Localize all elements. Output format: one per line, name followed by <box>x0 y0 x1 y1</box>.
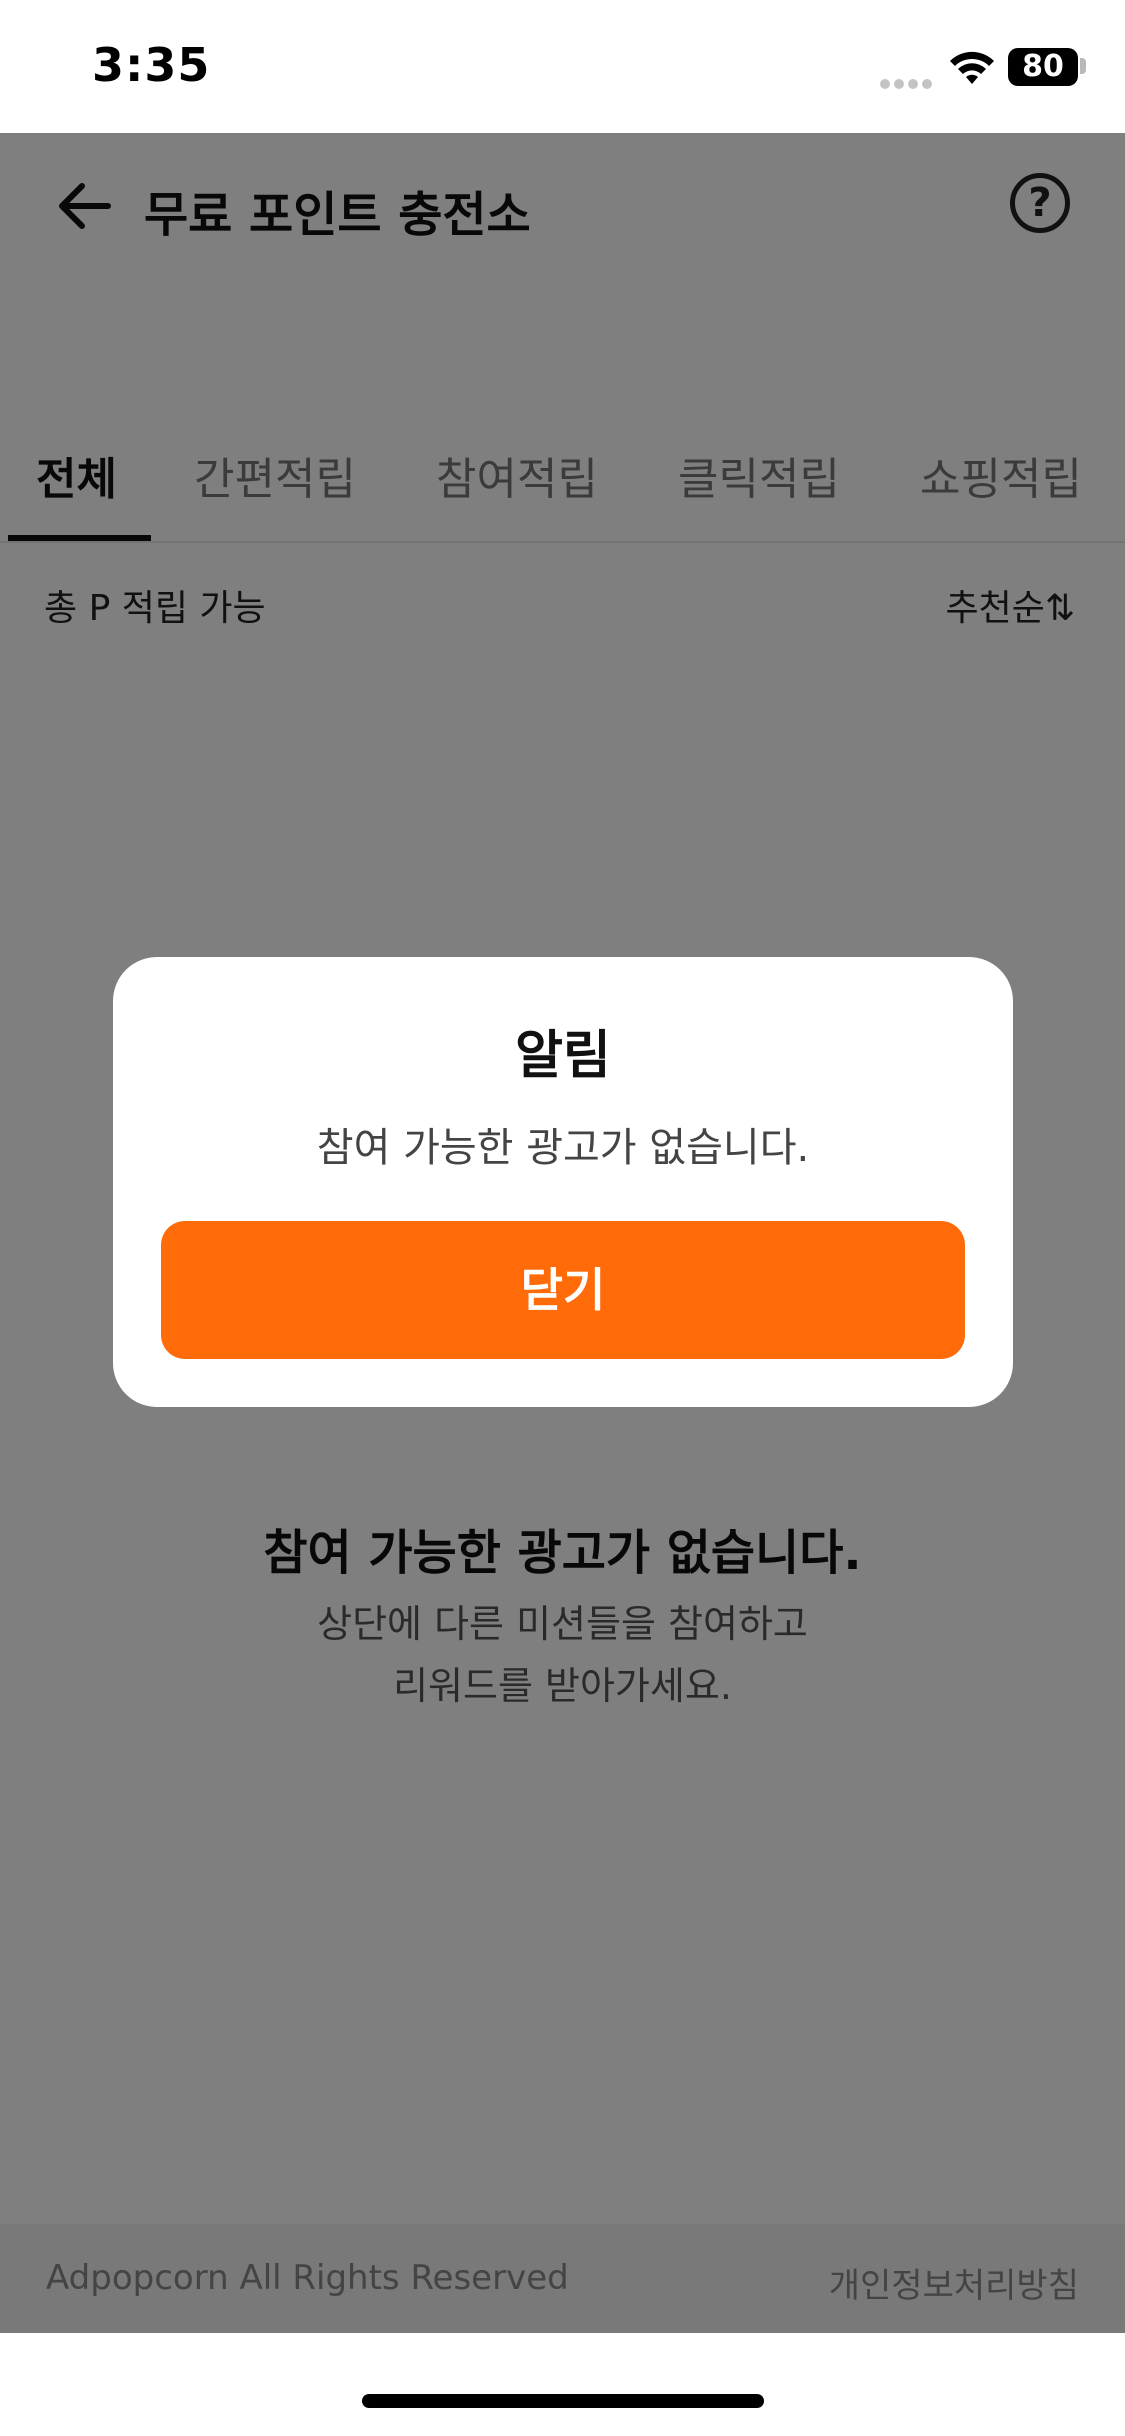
alert-dialog: 알림 참여 가능한 광고가 없습니다. 닫기 <box>113 957 1013 1407</box>
dialog-title: 알림 <box>515 1026 611 1086</box>
status-time: 3:35 <box>92 38 211 92</box>
status-bar: 3:35 80 <box>0 0 1125 133</box>
home-indicator[interactable] <box>362 2394 764 2408</box>
battery-cap <box>1080 58 1086 74</box>
home-area <box>0 2333 1125 2436</box>
dialog-message: 참여 가능한 광고가 없습니다. <box>316 1125 810 1171</box>
signal-dots-icon <box>880 74 936 89</box>
wifi-icon <box>950 51 994 84</box>
battery-icon: 80 <box>1008 48 1078 86</box>
dialog-close-button[interactable]: 닫기 <box>161 1221 965 1359</box>
